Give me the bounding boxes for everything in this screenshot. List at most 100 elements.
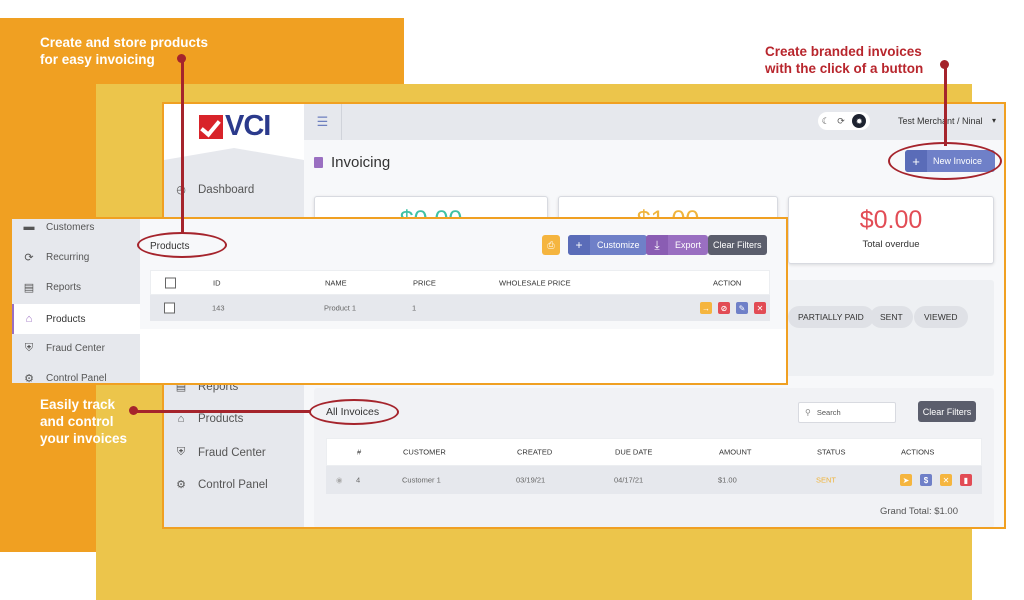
- filter-chip-viewed[interactable]: VIEWED: [914, 306, 968, 328]
- print-button[interactable]: ⎙: [542, 235, 560, 255]
- connector-line: [944, 64, 947, 146]
- gear-icon: ⚙: [176, 479, 186, 491]
- search-input[interactable]: ⚲ Search: [798, 402, 896, 423]
- clear-filters-button[interactable]: Clear Filters: [918, 401, 976, 422]
- clear-filters-label: Clear Filters: [713, 240, 762, 250]
- search-placeholder: Search: [816, 408, 841, 417]
- column-header[interactable]: WHOLESALE PRICE: [499, 278, 571, 287]
- download-icon: ⤓: [646, 235, 668, 255]
- column-header[interactable]: PRICE: [413, 278, 436, 287]
- sidebar-item-control-panel[interactable]: ⚙ Control Panel: [22, 372, 107, 385]
- stat-value: $0.00: [859, 206, 923, 234]
- sidebar-item-recurring[interactable]: ⟳ Recurring: [22, 251, 89, 264]
- column-header: ACTIONS: [901, 447, 935, 457]
- sidebar-item-control-panel[interactable]: ⚙ Control Panel: [174, 478, 268, 492]
- customize-button[interactable]: + Customize: [568, 235, 647, 255]
- edit-icon[interactable]: ✎: [736, 302, 748, 314]
- sidebar-item-label: Products: [46, 313, 86, 325]
- grand-total: Grand Total: $1.00: [880, 506, 958, 517]
- table-row[interactable]: ◉ 4 Customer 1 03/19/21 04/17/21 $1.00 S…: [326, 466, 982, 494]
- sidebar-item-dashboard[interactable]: ◴ Dashboard: [174, 183, 254, 197]
- user-menu[interactable]: Test Merchant / Ninal: [898, 116, 983, 126]
- logo-text: VCI: [225, 110, 271, 142]
- row-checkbox[interactable]: [164, 302, 175, 314]
- all-invoices-panel: All Invoices ⚲ Search Clear Filters # CU…: [314, 388, 994, 527]
- product-name: Product 1: [324, 303, 357, 313]
- highlight-ellipse-products: [137, 232, 227, 258]
- clear-filters-button[interactable]: Clear Filters: [708, 235, 767, 255]
- page-title: Invoicing: [314, 154, 390, 171]
- block-icon[interactable]: ⊘: [718, 302, 730, 314]
- shield-icon: ⛨: [24, 342, 34, 354]
- product-id: 143: [212, 303, 225, 313]
- sidebar-item-fraud-center[interactable]: ⛨ Fraud Center: [174, 446, 266, 459]
- plus-icon: +: [568, 235, 590, 255]
- products-main: Products ⎙ + Customize ⤓ Export Clear Fi…: [140, 219, 786, 329]
- sidebar-item-label: Products: [198, 413, 244, 425]
- gear-icon: ⚙: [24, 373, 34, 385]
- sidebar-item-label: Customers: [46, 221, 95, 233]
- callout-line: Create and store products: [40, 35, 209, 50]
- invoice-doc-icon: [314, 157, 323, 168]
- menu-collapse-icon[interactable]: ☰: [304, 104, 342, 140]
- column-header: ACTION: [713, 278, 742, 287]
- chevron-down-icon[interactable]: ▾: [992, 116, 996, 125]
- column-header[interactable]: ID: [213, 278, 221, 287]
- sidebar-item-label: Fraud Center: [46, 343, 105, 354]
- search-icon: ⚲: [805, 408, 811, 417]
- send-icon[interactable]: ➤: [900, 474, 912, 486]
- stat-card-overdue: $0.00 Total overdue: [788, 196, 994, 264]
- sidebar-item-reports[interactable]: ▤ Reports: [22, 281, 81, 294]
- promo-stage: Create and store products for easy invoi…: [0, 0, 1024, 600]
- table-row[interactable]: 143 Product 1 1 → ⊘ ✎ ✕: [150, 295, 770, 321]
- products-window: ▬ Customers ⟳ Recurring ▤ Reports ⌂ Prod…: [10, 217, 788, 385]
- clipboard-icon: ▤: [23, 282, 35, 294]
- recurring-icon: ⟳: [24, 252, 34, 264]
- callout-line: with the click of a button: [765, 61, 924, 76]
- filter-chip-sent[interactable]: SENT: [870, 306, 913, 328]
- invoice-number: 4: [356, 475, 361, 485]
- briefcase-icon: ▬: [23, 221, 35, 233]
- column-header[interactable]: AMOUNT: [719, 448, 752, 457]
- products-sidebar: ▬ Customers ⟳ Recurring ▤ Reports ⌂ Prod…: [12, 219, 140, 383]
- theme-toggle-group[interactable]: ☾ ⟳ ✹: [818, 112, 870, 130]
- trash-icon[interactable]: ▮: [960, 474, 972, 486]
- column-header[interactable]: NAME: [325, 278, 347, 287]
- dollar-icon[interactable]: $: [920, 474, 932, 486]
- cancel-icon[interactable]: ✕: [940, 474, 952, 486]
- basket-icon: ⌂: [177, 413, 185, 425]
- invoice-created: 03/19/21: [516, 475, 546, 485]
- sidebar-item-label: Control Panel: [198, 478, 268, 491]
- sidebar-item-label: Reports: [46, 282, 82, 293]
- column-header[interactable]: STATUS: [817, 448, 845, 457]
- filter-chip-partially-paid[interactable]: PARTIALLY PAID: [788, 306, 874, 328]
- sync-icon[interactable]: ⟳: [837, 116, 845, 127]
- delete-icon[interactable]: ✕: [754, 302, 766, 314]
- column-header[interactable]: CUSTOMER: [403, 448, 446, 457]
- column-header[interactable]: CREATED: [517, 448, 552, 457]
- product-price: 1: [412, 303, 417, 313]
- connector-line: [133, 410, 311, 413]
- callout-branded-invoices: Create branded invoices with the click o…: [765, 43, 923, 77]
- sidebar-item-fraud-center[interactable]: ⛨ Fraud Center: [22, 342, 105, 355]
- callout-line: Easily track: [40, 397, 116, 412]
- sidebar-item-products-active[interactable]: ⌂ Products: [12, 304, 140, 334]
- shield-icon: ⛨: [176, 446, 186, 458]
- connector-dot: [129, 406, 138, 415]
- sidebar-item-customers[interactable]: ▬ Customers: [22, 221, 95, 233]
- export-button[interactable]: ⤓ Export: [646, 235, 709, 255]
- arrow-right-icon[interactable]: →: [700, 302, 712, 314]
- export-label: Export: [675, 240, 702, 250]
- moon-icon[interactable]: ☾: [822, 116, 830, 127]
- vci-logo[interactable]: VCI: [199, 110, 271, 143]
- select-all-checkbox[interactable]: [165, 277, 176, 288]
- sun-icon[interactable]: ✹: [852, 114, 867, 128]
- topbar: ☰ ☾ ⟳ ✹ Test Merchant / Ninal ▾: [304, 104, 1004, 140]
- highlight-ellipse-all-invoices: [309, 399, 399, 425]
- sidebar-item-products[interactable]: ⌂ Products: [174, 413, 244, 425]
- invoices-table-header: # CUSTOMER CREATED DUE DATE AMOUNT STATU…: [326, 438, 982, 466]
- customize-label: Customize: [597, 240, 640, 250]
- eye-icon[interactable]: ◉: [336, 476, 343, 485]
- column-header[interactable]: #: [357, 448, 361, 457]
- column-header[interactable]: DUE DATE: [615, 448, 652, 457]
